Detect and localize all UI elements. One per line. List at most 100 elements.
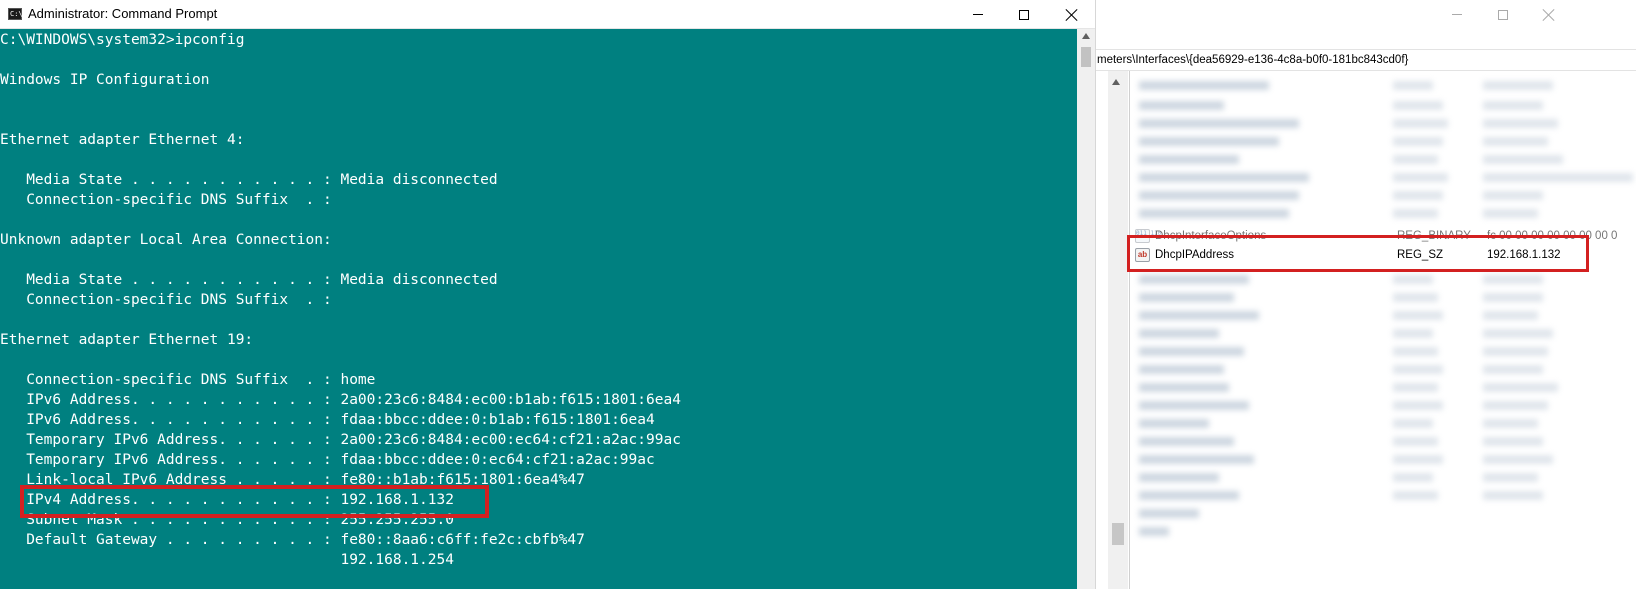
blurred-value-row (1139, 173, 1309, 182)
ipv4-highlight-box (20, 485, 489, 518)
blurred-value-row (1393, 119, 1448, 128)
blurred-value-row (1139, 293, 1234, 302)
console-line: 192.168.1.254 (0, 552, 454, 568)
blurred-value-row (1483, 311, 1538, 320)
tree-scrollbar[interactable] (1108, 71, 1128, 589)
blurred-value-row (1483, 473, 1538, 482)
tree-scroll-thumb[interactable] (1112, 523, 1124, 545)
blurred-value-row (1393, 365, 1443, 374)
scroll-up-arrow-icon[interactable] (1112, 79, 1120, 85)
console-line: C:\WINDOWS\system32>ipconfig (0, 32, 245, 48)
blurred-value-row (1483, 81, 1553, 90)
console-line: Default Gateway . . . . . . . . . : fe80… (0, 532, 585, 548)
blurred-value-row (1483, 419, 1538, 428)
blurred-value-row (1139, 329, 1219, 338)
console-line: Windows IP Configuration (0, 72, 210, 88)
blurred-value-row (1139, 455, 1254, 464)
blurred-value-row (1483, 191, 1543, 200)
blurred-value-row (1393, 155, 1438, 164)
blurred-value-row (1393, 137, 1443, 146)
console-line: Media State . . . . . . . . . . . : Medi… (0, 272, 498, 288)
blurred-value-row (1393, 401, 1443, 410)
blurred-value-row (1483, 347, 1548, 356)
blurred-value-row (1393, 191, 1443, 200)
blurred-value-row (1393, 173, 1448, 182)
close-button[interactable] (1049, 0, 1095, 29)
blurred-value-row (1483, 293, 1543, 302)
blurred-value-row (1483, 383, 1558, 392)
blurred-value-row (1393, 209, 1438, 218)
blurred-value-row (1393, 329, 1433, 338)
blurred-value-row (1483, 401, 1548, 410)
blurred-value-row (1393, 81, 1433, 90)
minimize-button[interactable] (955, 0, 1001, 29)
command-prompt-icon-label: C:\ (10, 10, 23, 18)
blurred-value-row (1483, 119, 1558, 128)
minimize-icon (1452, 14, 1462, 15)
blurred-value-row (1393, 491, 1438, 500)
console-line: IPv6 Address. . . . . . . . . . . : fdaa… (0, 412, 655, 428)
blurred-value-row (1393, 437, 1438, 446)
blurred-value-row (1139, 275, 1249, 284)
console-line: Media State . . . . . . . . . . . : Medi… (0, 172, 498, 188)
blurred-value-row (1139, 473, 1219, 482)
registry-key-tree[interactable] (1096, 71, 1130, 589)
console-line: Ethernet adapter Ethernet 19: (0, 332, 254, 348)
blurred-value-row (1393, 275, 1433, 284)
blurred-value-row (1139, 437, 1234, 446)
registry-close-button[interactable] (1526, 0, 1572, 29)
blurred-value-row (1393, 101, 1443, 110)
dhcp-ip-highlight-box (1127, 235, 1589, 272)
blurred-value-row (1483, 437, 1543, 446)
blurred-value-row (1139, 191, 1299, 200)
console-line: Ethernet adapter Ethernet 4: (0, 132, 245, 148)
blurred-value-row (1139, 365, 1224, 374)
blurred-value-row (1139, 119, 1299, 128)
blurred-value-row (1139, 347, 1244, 356)
console-line: Connection-specific DNS Suffix . : (0, 292, 332, 308)
blurred-value-row (1393, 473, 1433, 482)
registry-maximize-button[interactable] (1480, 0, 1526, 29)
blurred-value-row (1483, 365, 1543, 374)
console-line: Connection-specific DNS Suffix . : (0, 192, 332, 208)
blurred-value-row (1393, 347, 1438, 356)
registry-minimize-button[interactable] (1434, 0, 1480, 29)
registry-editor-window[interactable]: meters\Interfaces\{dea56929-e136-4c8a-b0… (1095, 0, 1636, 589)
console-scrollbar[interactable] (1077, 29, 1095, 589)
blurred-value-row (1393, 311, 1443, 320)
console-line: Connection-specific DNS Suffix . : home (0, 372, 376, 388)
blurred-value-row (1483, 275, 1543, 284)
blurred-value-row (1139, 527, 1169, 536)
blurred-value-row (1139, 155, 1239, 164)
close-icon (1066, 9, 1078, 21)
blurred-value-row (1139, 419, 1209, 428)
cmd-window-title: Administrator: Command Prompt (28, 6, 218, 21)
console-line: Temporary IPv6 Address. . . . . . : fdaa… (0, 452, 655, 468)
blurred-value-row (1139, 491, 1239, 500)
blurred-value-row (1483, 329, 1553, 338)
console-line: IPv6 Address. . . . . . . . . . . : 2a00… (0, 392, 681, 408)
console-line: Temporary IPv6 Address. . . . . . : 2a00… (0, 432, 681, 448)
blurred-value-row (1483, 455, 1553, 464)
registry-address-bar[interactable]: meters\Interfaces\{dea56929-e136-4c8a-b0… (1096, 49, 1636, 71)
blurred-value-row (1139, 401, 1249, 410)
scroll-up-arrow-icon[interactable] (1082, 33, 1090, 39)
registry-titlebar[interactable] (1096, 0, 1636, 29)
command-prompt-icon: C:\ (8, 8, 23, 20)
console-scroll-thumb[interactable] (1081, 47, 1091, 67)
blurred-value-row (1483, 491, 1543, 500)
blurred-value-row (1139, 509, 1199, 518)
blurred-value-row (1483, 101, 1543, 110)
registry-values-list[interactable]: 011 110 DhcpInterfaceOptions REG_BINARY … (1131, 71, 1636, 589)
cmd-titlebar[interactable]: C:\ Administrator: Command Prompt (0, 0, 1095, 29)
close-icon (1543, 9, 1555, 21)
blurred-value-row (1393, 455, 1443, 464)
maximize-button[interactable] (1001, 0, 1047, 29)
blurred-value-row (1139, 101, 1224, 110)
